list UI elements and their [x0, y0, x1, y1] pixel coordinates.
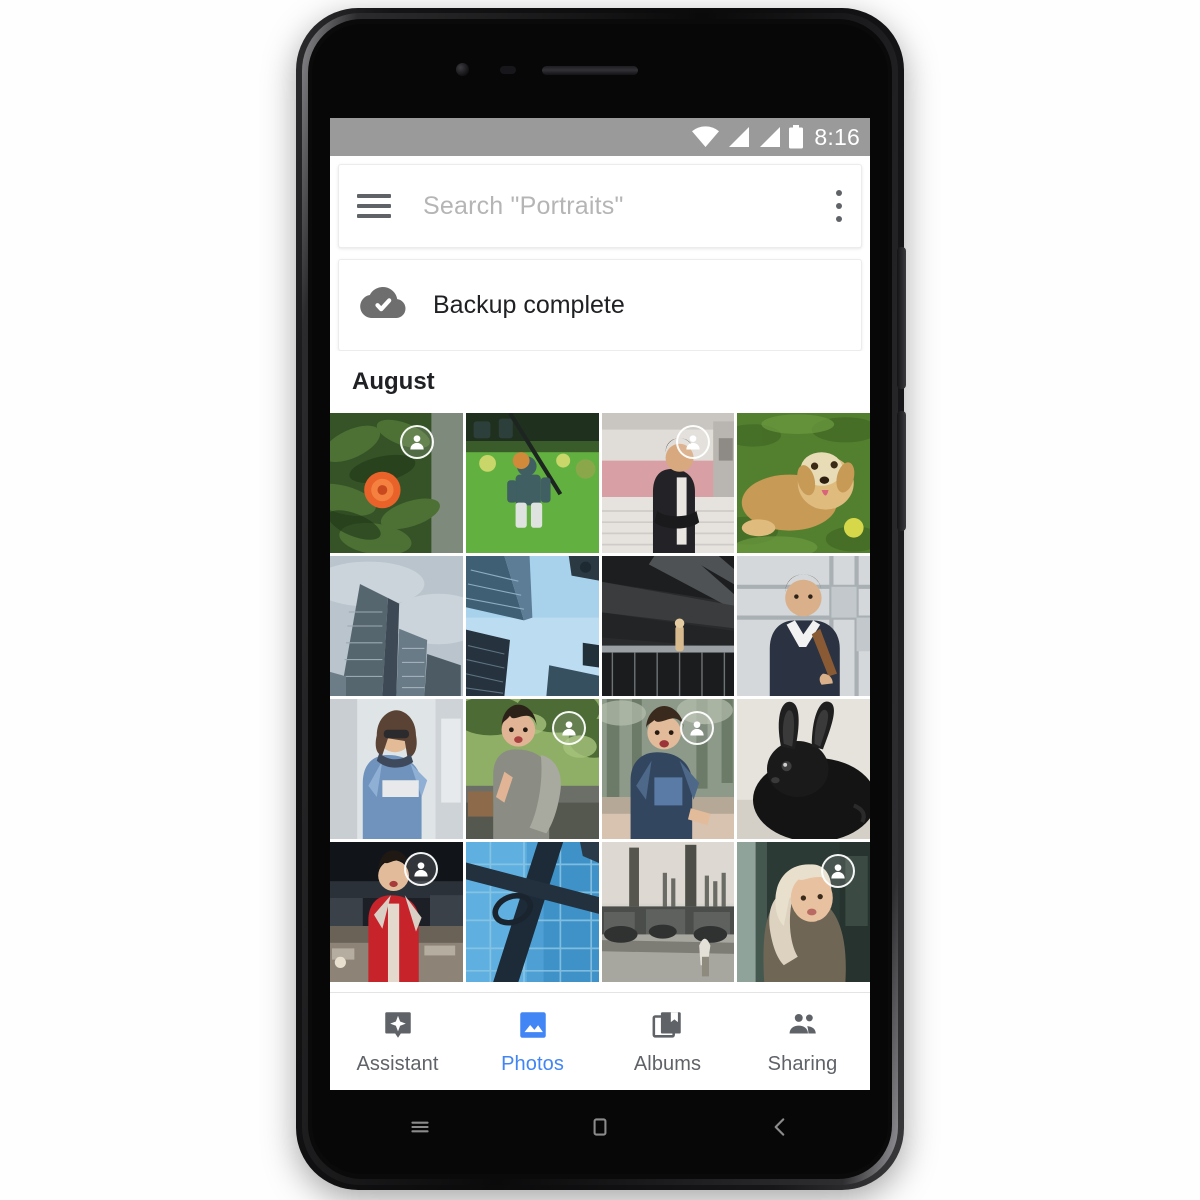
front-camera-icon [456, 63, 469, 76]
photo-thumbnail[interactable] [465, 699, 599, 839]
photo-thumbnail[interactable] [737, 413, 870, 553]
photo-thumbnail[interactable] [330, 556, 463, 696]
photo-thumbnail[interactable] [737, 556, 870, 696]
photo-thumbnail[interactable] [737, 842, 870, 982]
nav-tab-label: Photos [501, 1052, 564, 1075]
search-bar[interactable]: Search "Portraits" [338, 164, 862, 248]
power-button[interactable] [897, 411, 906, 531]
sharing-people-icon [786, 1008, 820, 1047]
photo-thumbnail[interactable] [465, 842, 599, 982]
back-key[interactable] [765, 1112, 795, 1142]
nav-tab-photos[interactable]: Photos [465, 1008, 600, 1076]
face-badge-icon[interactable] [675, 425, 710, 459]
android-navigation-keys [330, 1090, 870, 1164]
photo-thumbnail[interactable] [601, 413, 735, 553]
recents-key[interactable] [405, 1112, 435, 1142]
nav-tab-assistant[interactable]: Assistant [330, 1008, 465, 1076]
signal-icon [757, 126, 781, 148]
backup-status-card[interactable]: Backup complete [338, 259, 862, 351]
wifi-icon [692, 126, 720, 148]
photo-thumbnail[interactable] [465, 413, 599, 553]
backup-status-label: Backup complete [433, 290, 625, 319]
photo-thumbnail[interactable] [737, 699, 870, 839]
photos-image-icon [516, 1008, 550, 1047]
nav-tab-label: Assistant [356, 1052, 439, 1075]
search-input[interactable]: Search "Portraits" [423, 192, 835, 221]
status-bar-clock: 8:16 [814, 123, 860, 150]
month-section-header: August [330, 351, 870, 413]
face-badge-icon[interactable] [400, 425, 434, 459]
photo-grid [330, 413, 870, 982]
cloud-done-icon [357, 285, 407, 326]
signal-icon [726, 126, 750, 148]
proximity-sensor-icon [500, 66, 516, 74]
photo-thumbnail[interactable] [601, 842, 735, 982]
photo-thumbnail[interactable] [601, 556, 735, 696]
volume-rocker-button[interactable] [897, 247, 906, 389]
face-badge-icon[interactable] [404, 852, 438, 886]
photo-thumbnail[interactable] [601, 699, 735, 839]
face-badge-icon[interactable] [551, 711, 586, 745]
photo-thumbnail[interactable] [330, 413, 463, 553]
bottom-navigation-bar: Assistant Photos Albums Sharing [330, 992, 870, 1090]
status-bar: 8:16 [330, 118, 870, 156]
screenshot-stage: 8:16 Search "Portraits" Backup complete … [0, 0, 1200, 1200]
photo-thumbnail[interactable] [465, 556, 599, 696]
kebab-menu-icon[interactable] [835, 190, 843, 222]
face-badge-icon[interactable] [821, 854, 856, 888]
face-badge-icon[interactable] [679, 711, 714, 745]
phone-display: 8:16 Search "Portraits" Backup complete … [330, 118, 870, 1090]
nav-tab-label: Albums [633, 1052, 702, 1075]
nav-tab-albums[interactable]: Albums [600, 1008, 735, 1076]
photo-thumbnail[interactable] [330, 842, 463, 982]
home-key[interactable] [585, 1112, 615, 1142]
assistant-sparkle-icon [381, 1008, 415, 1047]
photo-thumbnail[interactable] [330, 699, 463, 839]
earpiece-speaker [542, 66, 638, 75]
hamburger-menu-icon[interactable] [357, 194, 391, 218]
battery-icon [788, 125, 804, 149]
nav-tab-label: Sharing [767, 1052, 838, 1075]
nav-tab-sharing[interactable]: Sharing [735, 1008, 870, 1076]
albums-book-icon [651, 1008, 685, 1047]
